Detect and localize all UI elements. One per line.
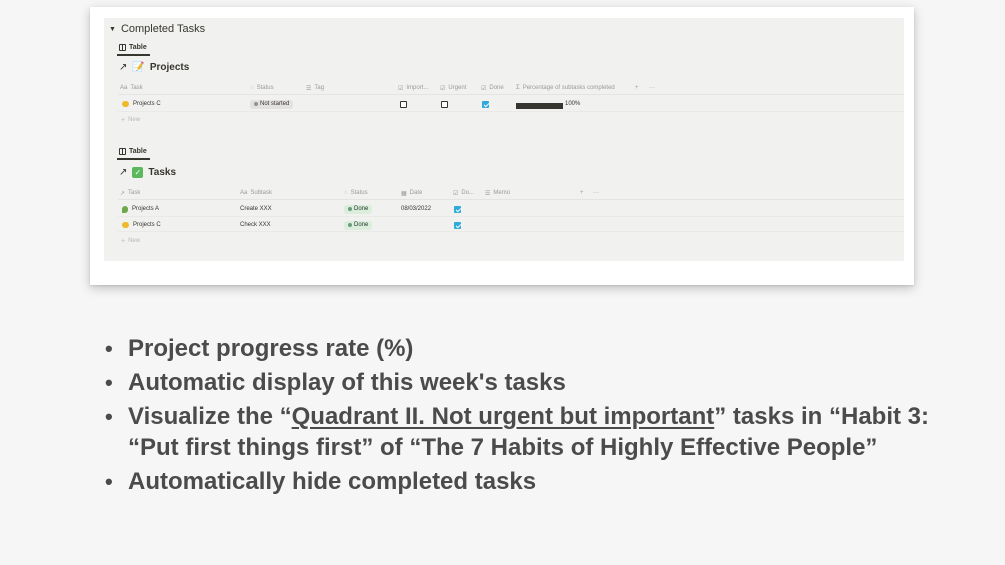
- link-arrow-icon: ↗: [119, 61, 128, 73]
- col-header-done[interactable]: ☑ Done: [481, 82, 504, 94]
- subtask-cell[interactable]: Create XXX: [240, 203, 272, 215]
- tasks-db-title[interactable]: ↗ ✓ Tasks: [119, 165, 176, 179]
- calendar-icon: ▦: [401, 190, 407, 197]
- db-name: Projects: [149, 61, 190, 73]
- bullet-text: Automatic display of this week's tasks: [128, 369, 566, 396]
- new-row-button[interactable]: + New: [121, 235, 140, 247]
- row-task-projects-a[interactable]: Projects A: [122, 203, 159, 215]
- important-checkbox[interactable]: [400, 101, 407, 108]
- projects-db-title[interactable]: ↗ 📝 Projects: [119, 60, 189, 74]
- view-tab-projects-table[interactable]: Table: [119, 41, 147, 53]
- bullet-text-pre: Visualize the “: [128, 403, 292, 430]
- list-prop-icon: ☰: [306, 85, 312, 92]
- tab-underline: [117, 158, 150, 160]
- progress-bar: [516, 103, 563, 109]
- bullet-item: • Project progress rate (%): [105, 335, 414, 362]
- completed-tasks-toggle[interactable]: ▼ Completed Tasks: [109, 22, 205, 36]
- list-prop-icon: ☰: [485, 190, 491, 197]
- more-options-button[interactable]: ···: [649, 82, 655, 94]
- table-icon: [119, 43, 126, 51]
- col-header-memo[interactable]: ☰ Memo: [485, 187, 510, 199]
- bullet-text: Automatically hide completed tasks: [128, 468, 537, 495]
- plus-icon: +: [121, 116, 126, 124]
- checkbox-prop-icon: ☑: [481, 85, 487, 92]
- bullet-text: Project progress rate (%): [128, 335, 414, 362]
- done-checkbox[interactable]: [454, 206, 461, 213]
- checkbox-prop-icon: ☑: [440, 85, 446, 92]
- checkbox-prop-icon: ☑: [453, 190, 459, 197]
- project-emoji-icon: [122, 222, 129, 228]
- sigma-icon: Σ: [516, 85, 520, 91]
- col-header-important[interactable]: ☑ Import...: [398, 82, 428, 94]
- status-cell[interactable]: Done: [344, 219, 373, 231]
- table-icon: [119, 147, 126, 155]
- col-header-done[interactable]: ☑ Do...: [453, 187, 474, 199]
- status-badge: Done: [344, 204, 373, 214]
- check-mark-emoji-icon: ✓: [132, 166, 144, 178]
- col-header-status[interactable]: ◌ Status: [250, 82, 274, 94]
- view-tab-label: Table: [129, 147, 147, 155]
- more-options-button[interactable]: ···: [593, 187, 599, 199]
- status-badge: Done: [344, 220, 373, 230]
- date-cell[interactable]: 08/03/2022: [401, 203, 431, 215]
- col-header-urgent[interactable]: ☑ Urgent: [440, 82, 466, 94]
- status-prop-icon: ◌: [344, 190, 348, 196]
- text-prop-icon: Aa: [120, 85, 128, 91]
- bullet-item: • Automatic display of this week's tasks: [105, 369, 566, 396]
- new-row-button[interactable]: + New: [121, 114, 140, 126]
- screenshot-card: ▼ Completed Tasks Table ↗ 📝 Projects Aa T…: [90, 7, 914, 285]
- status-badge: Not started: [250, 99, 294, 109]
- memo-emoji-icon: 📝: [132, 61, 145, 73]
- status-cell[interactable]: Not started: [250, 98, 294, 110]
- header-divider: [118, 94, 904, 95]
- urgent-checkbox[interactable]: [441, 101, 448, 108]
- arrow-prop-icon: ↗: [120, 190, 126, 197]
- view-tab-label: Table: [129, 43, 147, 51]
- col-header-percentage[interactable]: Σ Percentage of subtasks completed: [516, 82, 615, 94]
- col-header-task[interactable]: ↗ Task: [120, 187, 140, 199]
- caret-down-icon[interactable]: ▼: [109, 26, 116, 33]
- checkbox-prop-icon: ☑: [398, 85, 404, 92]
- status-prop-icon: ◌: [250, 85, 254, 91]
- notion-screenshot: ▼ Completed Tasks Table ↗ 📝 Projects Aa T…: [104, 18, 904, 261]
- subtask-cell[interactable]: Check XXX: [240, 219, 271, 231]
- progress-label: 100%: [565, 101, 581, 107]
- bullet-item: • Automatically hide completed tasks: [105, 468, 537, 495]
- quadrant-link[interactable]: Quadrant II. Not urgent but important: [292, 403, 715, 430]
- header-divider: [118, 199, 904, 200]
- col-header-subtask[interactable]: Aa Subtask: [240, 187, 272, 199]
- add-property-button[interactable]: +: [580, 187, 584, 199]
- row-divider: [118, 111, 904, 112]
- row-divider: [118, 231, 904, 232]
- bullet-item: • Visualize the “Quadrant II. Not urgent …: [105, 403, 929, 461]
- view-tab-tasks-table[interactable]: Table: [119, 145, 147, 157]
- text-prop-icon: Aa: [240, 190, 248, 196]
- link-arrow-icon: ↗: [119, 166, 128, 178]
- tab-underline: [117, 54, 150, 56]
- plus-icon: +: [121, 237, 126, 245]
- col-header-task[interactable]: Aa Task: [120, 82, 143, 94]
- row-task-projects-c[interactable]: Projects C: [122, 98, 161, 110]
- status-cell[interactable]: Done: [344, 203, 373, 215]
- row-divider: [118, 216, 904, 217]
- feature-bullet-list: • Project progress rate (%) • Automatic di…: [104, 333, 944, 500]
- db-name: Tasks: [148, 166, 177, 178]
- group-title: Completed Tasks: [120, 23, 206, 35]
- col-header-status[interactable]: ◌ Status: [344, 187, 368, 199]
- row-task-projects-c[interactable]: Projects C: [122, 219, 161, 231]
- project-emoji-icon: [122, 101, 129, 107]
- col-header-tag[interactable]: ☰ Tag: [306, 82, 324, 94]
- done-checkbox[interactable]: [454, 222, 461, 229]
- project-emoji-icon: [122, 205, 128, 213]
- add-property-button[interactable]: +: [635, 82, 639, 94]
- done-checkbox[interactable]: [482, 101, 489, 108]
- col-header-date[interactable]: ▦ Date: [401, 187, 422, 199]
